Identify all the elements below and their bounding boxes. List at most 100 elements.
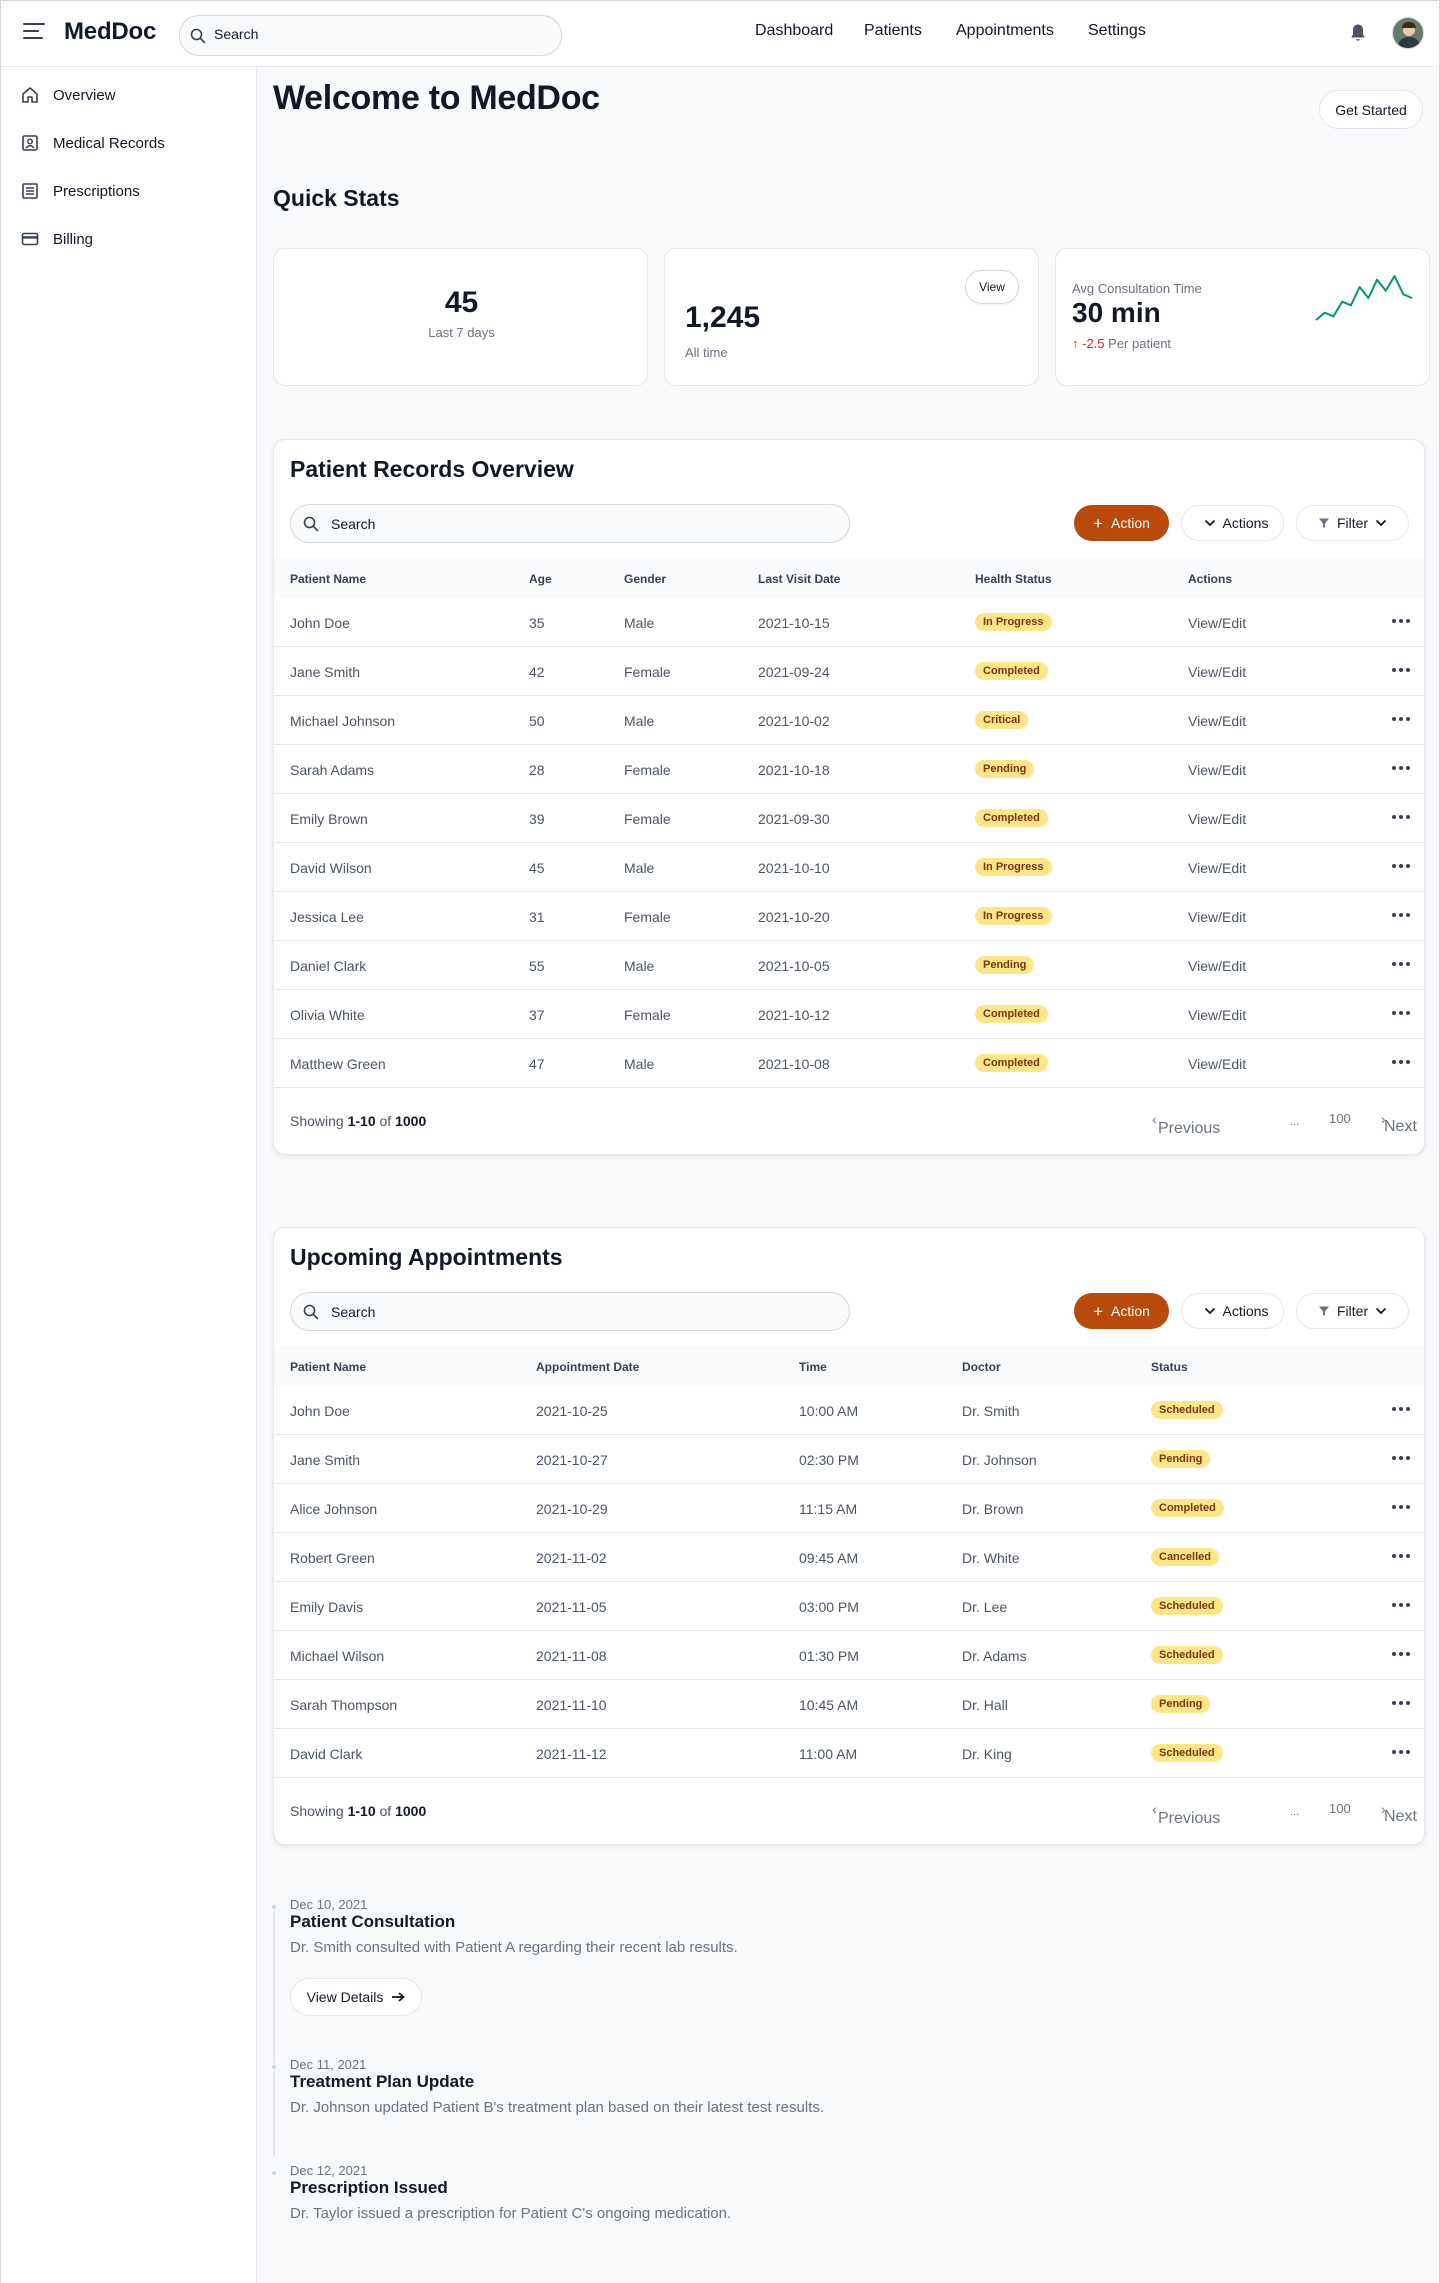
view-edit-link[interactable]: View/Edit xyxy=(1188,860,1246,876)
app-logo[interactable]: MedDoc xyxy=(64,18,156,46)
timeline-date: Dec 12, 2021 xyxy=(290,2163,368,2178)
filter-button[interactable]: Filter xyxy=(1296,505,1409,541)
view-edit-link[interactable]: View/Edit xyxy=(1188,1056,1246,1072)
column-header[interactable]: Time xyxy=(799,1360,827,1374)
more-options-icon[interactable] xyxy=(1392,1652,1410,1658)
column-header[interactable]: Actions xyxy=(1188,572,1232,586)
next-page-button[interactable]: Next xyxy=(1384,1808,1417,1826)
view-edit-link[interactable]: View/Edit xyxy=(1188,909,1246,925)
more-options-icon[interactable] xyxy=(1392,962,1410,968)
column-header[interactable]: Patient Name xyxy=(290,572,366,586)
table-row[interactable]: Michael Johnson 50 Male 2021-10-02 Critical V… xyxy=(274,696,1424,745)
patient-search[interactable] xyxy=(290,504,850,543)
add-action-button[interactable]: + Action xyxy=(1074,1293,1169,1329)
more-options-icon[interactable] xyxy=(1392,1603,1410,1609)
table-row[interactable]: Sarah Thompson 2021-11-10 10:45 AM Dr. Hall… xyxy=(274,1680,1424,1729)
table-row[interactable]: Daniel Clark 55 Male 2021-10-05 Pending View/… xyxy=(274,941,1424,990)
cell-gender: Female xyxy=(624,909,671,925)
stat-delta-value: -2.5 xyxy=(1082,336,1105,351)
get-started-button[interactable]: Get Started xyxy=(1319,90,1423,129)
patient-records-panel: Patient Records Overview + Action Actions… xyxy=(273,439,1425,1155)
column-header[interactable]: Health Status xyxy=(975,572,1052,586)
table-row[interactable]: Emily Brown 39 Female 2021-09-30 Completed Vi… xyxy=(274,794,1424,843)
column-header[interactable]: Patient Name xyxy=(290,1360,366,1374)
chevron-left-icon[interactable]: ‹ xyxy=(1152,1111,1157,1127)
view-edit-link[interactable]: View/Edit xyxy=(1188,762,1246,778)
status-badge: Completed xyxy=(975,809,1048,827)
nav-patients[interactable]: Patients xyxy=(864,22,922,40)
column-header[interactable]: Gender xyxy=(624,572,666,586)
more-options-icon[interactable] xyxy=(1392,668,1410,674)
column-header[interactable]: Appointment Date xyxy=(536,1360,639,1374)
column-header[interactable]: Status xyxy=(1151,1360,1188,1374)
more-options-icon[interactable] xyxy=(1392,913,1410,919)
view-edit-link[interactable]: View/Edit xyxy=(1188,713,1246,729)
more-options-icon[interactable] xyxy=(1392,1750,1410,1756)
table-row[interactable]: Olivia White 37 Female 2021-10-12 Completed V… xyxy=(274,990,1424,1039)
view-edit-link[interactable]: View/Edit xyxy=(1188,958,1246,974)
table-row[interactable]: David Wilson 45 Male 2021-10-10 In Progress V… xyxy=(274,843,1424,892)
status-badge: Completed xyxy=(975,1005,1048,1023)
hamburger-menu-icon[interactable] xyxy=(23,23,45,41)
sidebar-item-medical-records[interactable]: Medical Records xyxy=(21,131,165,155)
table-row[interactable]: Emily Davis 2021-11-05 03:00 PM Dr. Lee Sche… xyxy=(274,1582,1424,1631)
view-details-button[interactable]: View Details xyxy=(290,1978,422,2016)
more-options-icon[interactable] xyxy=(1392,864,1410,870)
column-header[interactable]: Age xyxy=(529,572,552,586)
timeline-dot xyxy=(270,2063,278,2071)
user-avatar[interactable] xyxy=(1392,17,1424,49)
table-row[interactable]: John Doe 35 Male 2021-10-15 In Progress View/… xyxy=(274,598,1424,647)
table-row[interactable]: David Clark 2021-11-12 11:00 AM Dr. King Sch… xyxy=(274,1729,1424,1778)
page-100-button[interactable]: 100 xyxy=(1329,1111,1351,1126)
view-edit-link[interactable]: View/Edit xyxy=(1188,811,1246,827)
more-options-icon[interactable] xyxy=(1392,1456,1410,1462)
column-header[interactable]: Last Visit Date xyxy=(758,572,840,586)
sidebar-item-prescriptions[interactable]: Prescriptions xyxy=(21,179,140,203)
nav-dashboard[interactable]: Dashboard xyxy=(755,22,833,40)
sidebar-item-billing[interactable]: Billing xyxy=(21,227,93,251)
previous-page-button[interactable]: Previous xyxy=(1158,1810,1220,1828)
filter-button[interactable]: Filter xyxy=(1296,1293,1409,1329)
chevron-left-icon[interactable]: ‹ xyxy=(1152,1801,1157,1817)
more-options-icon[interactable] xyxy=(1392,815,1410,821)
next-page-button[interactable]: Next xyxy=(1384,1118,1417,1136)
table-row[interactable]: Sarah Adams 28 Female 2021-10-18 Pending View… xyxy=(274,745,1424,794)
more-options-icon[interactable] xyxy=(1392,717,1410,723)
table-row[interactable]: Alice Johnson 2021-10-29 11:15 AM Dr. Brown… xyxy=(274,1484,1424,1533)
actions-dropdown-button[interactable]: Actions xyxy=(1181,505,1284,541)
more-options-icon[interactable] xyxy=(1392,1701,1410,1707)
column-header[interactable]: Doctor xyxy=(962,1360,1001,1374)
view-button[interactable]: View xyxy=(965,270,1019,304)
nav-appointments[interactable]: Appointments xyxy=(956,22,1054,40)
table-row[interactable]: Jane Smith 2021-10-27 02:30 PM Dr. Johnson P… xyxy=(274,1435,1424,1484)
more-options-icon[interactable] xyxy=(1392,1060,1410,1066)
table-row[interactable]: Jane Smith 42 Female 2021-09-24 Completed Vie… xyxy=(274,647,1424,696)
appointment-search[interactable] xyxy=(290,1292,850,1331)
patient-search-input[interactable] xyxy=(331,516,831,532)
appointment-search-input[interactable] xyxy=(331,1304,831,1320)
view-edit-link[interactable]: View/Edit xyxy=(1188,1007,1246,1023)
more-options-icon[interactable] xyxy=(1392,1505,1410,1511)
previous-page-button[interactable]: Previous xyxy=(1158,1120,1220,1138)
more-options-icon[interactable] xyxy=(1392,766,1410,772)
notification-bell-icon[interactable] xyxy=(1350,23,1366,43)
table-row[interactable]: John Doe 2021-10-25 10:00 AM Dr. Smith Sched… xyxy=(274,1386,1424,1435)
sidebar-item-overview[interactable]: Overview xyxy=(21,83,116,107)
add-action-button[interactable]: + Action xyxy=(1074,505,1169,541)
table-row[interactable]: Matthew Green 47 Male 2021-10-08 Completed Vi… xyxy=(274,1039,1424,1088)
more-options-icon[interactable] xyxy=(1392,619,1410,625)
nav-settings[interactable]: Settings xyxy=(1088,22,1146,40)
view-edit-link[interactable]: View/Edit xyxy=(1188,615,1246,631)
button-label: View Details xyxy=(306,1989,384,2005)
actions-dropdown-button[interactable]: Actions xyxy=(1181,1293,1284,1329)
table-row[interactable]: Robert Green 2021-11-02 09:45 AM Dr. White C… xyxy=(274,1533,1424,1582)
header-search[interactable] xyxy=(179,15,562,56)
header-search-input[interactable] xyxy=(214,26,534,42)
more-options-icon[interactable] xyxy=(1392,1011,1410,1017)
table-row[interactable]: Jessica Lee 31 Female 2021-10-20 In Progress… xyxy=(274,892,1424,941)
more-options-icon[interactable] xyxy=(1392,1554,1410,1560)
view-edit-link[interactable]: View/Edit xyxy=(1188,664,1246,680)
table-row[interactable]: Michael Wilson 2021-11-08 01:30 PM Dr. Adam… xyxy=(274,1631,1424,1680)
page-100-button[interactable]: 100 xyxy=(1329,1801,1351,1816)
more-options-icon[interactable] xyxy=(1392,1407,1410,1413)
